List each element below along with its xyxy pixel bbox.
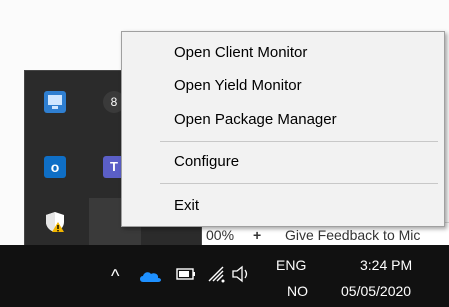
volume-icon[interactable]: [231, 265, 251, 283]
tray-context-menu: Open Client Monitor Open Yield Monitor O…: [121, 31, 445, 227]
menu-item-label: Open Yield Monitor: [174, 77, 302, 94]
security-warning-icon[interactable]: [44, 211, 66, 233]
menu-item-label: Open Client Monitor: [174, 44, 308, 61]
menu-item-exit[interactable]: Exit: [122, 192, 444, 220]
clock-time[interactable]: 3:24 PM: [360, 257, 412, 273]
onedrive-icon[interactable]: [139, 269, 163, 282]
battery-icon[interactable]: [176, 267, 196, 281]
wifi-icon[interactable]: [207, 265, 227, 283]
outlook-icon[interactable]: o: [44, 156, 66, 178]
region-indicator[interactable]: NO: [287, 283, 308, 299]
show-hidden-icons-chevron[interactable]: ^: [111, 266, 119, 287]
monitor-app-icon[interactable]: [44, 91, 66, 113]
clock-date[interactable]: 05/05/2020: [341, 283, 411, 299]
menu-separator: [160, 183, 438, 184]
menu-item-label: Configure: [174, 153, 240, 170]
taskbar: ^ ENG NO 3:24 PM 05/05/2020: [0, 245, 449, 307]
language-indicator[interactable]: ENG: [276, 257, 306, 273]
menu-separator: [160, 141, 438, 142]
zoom-in-button[interactable]: +: [253, 227, 261, 243]
menu-item-open-package-manager[interactable]: Open Package Manager: [122, 106, 444, 134]
zoom-percentage: 00%: [206, 227, 235, 243]
menu-item-label: Open Package Manager: [174, 111, 337, 128]
menu-item-configure[interactable]: Configure: [122, 148, 444, 176]
menu-item-label: Exit: [174, 197, 200, 214]
give-feedback-link[interactable]: Give Feedback to Mic: [285, 227, 420, 243]
menu-item-open-client-monitor[interactable]: Open Client Monitor: [122, 39, 444, 67]
menu-item-open-yield-monitor[interactable]: Open Yield Monitor: [122, 72, 444, 100]
